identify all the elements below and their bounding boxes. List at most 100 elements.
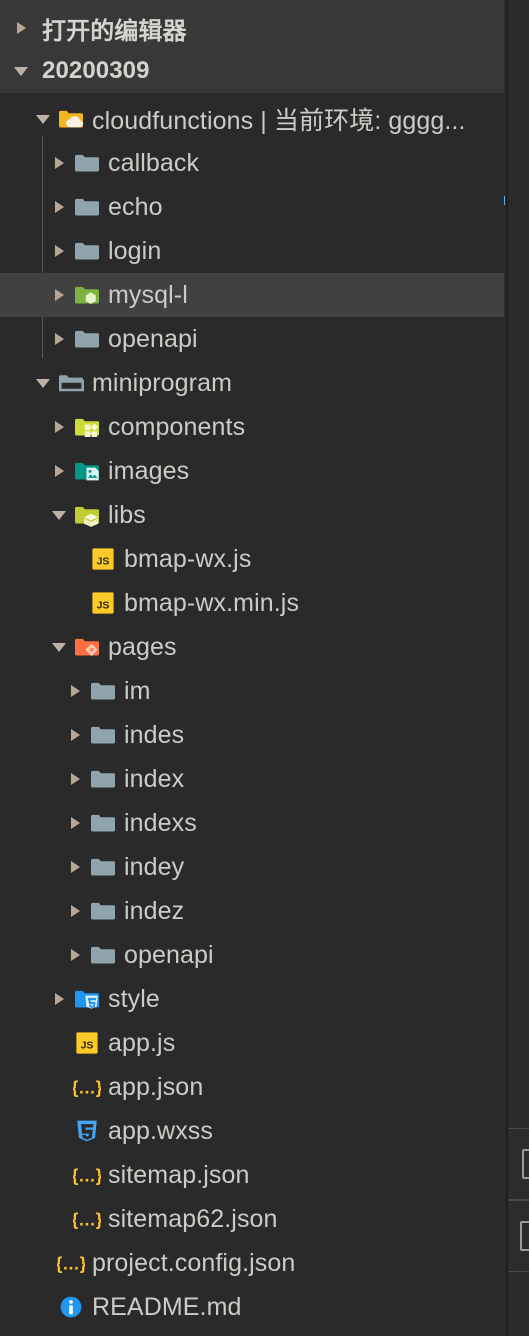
tree-row[interactable]: README.md (0, 1285, 504, 1329)
twisty-placeholder (46, 1197, 72, 1241)
twisty-placeholder (62, 581, 88, 625)
tree-row[interactable]: echo (0, 185, 504, 229)
tree-row-label: components (108, 412, 246, 441)
tree-row[interactable]: openapi (0, 317, 504, 361)
tree-row-label: app.wxss (108, 1116, 214, 1145)
twisty-placeholder (46, 1109, 72, 1153)
svg-text:{…}: {…} (73, 1078, 101, 1098)
chevron-right-icon[interactable] (46, 977, 72, 1021)
chevron-right-icon[interactable] (62, 933, 88, 977)
chevron-right-icon[interactable] (46, 185, 72, 229)
css-file-icon (72, 1116, 102, 1146)
js-file-icon: JS (72, 1028, 102, 1058)
tree-row-label: miniprogram (92, 368, 233, 397)
tree-row-label: index (124, 764, 185, 793)
chevron-right-icon[interactable] (62, 669, 88, 713)
tree-row[interactable]: {…} project.config.json (0, 1241, 504, 1285)
chevron-down-icon[interactable] (46, 493, 72, 537)
tree-row-label: sitemap62.json (108, 1204, 278, 1233)
chevron-right-icon[interactable] (46, 141, 72, 185)
tree-row[interactable]: {…} app.json (0, 1065, 504, 1109)
chevron-down-icon[interactable] (30, 361, 56, 405)
tree-row[interactable]: cloudfunctions | 当前环境: gggg... (0, 97, 504, 141)
svg-text:{…}: {…} (73, 1166, 101, 1186)
twisty-placeholder (46, 1153, 72, 1197)
tree-row[interactable]: {…} sitemap62.json (0, 1197, 504, 1241)
folder-icon (72, 192, 102, 222)
section-open-editors[interactable]: 打开的编辑器 (0, 6, 504, 50)
chevron-right-icon[interactable] (62, 757, 88, 801)
tree-row[interactable]: callback (0, 141, 504, 185)
tree-row-label: echo (108, 192, 163, 221)
tree-row[interactable]: components (0, 405, 504, 449)
chevron-right-icon[interactable] (62, 713, 88, 757)
tree-row-label: project.config.json (92, 1248, 296, 1277)
json-file-icon: {…} (72, 1072, 102, 1102)
tree-row[interactable]: JS bmap-wx.min.js (0, 581, 504, 625)
tree-row-label: images (108, 456, 190, 485)
tree-row[interactable]: JS bmap-wx.js (0, 537, 504, 581)
js-file-icon: JS (88, 588, 118, 618)
chevron-right-icon[interactable] (46, 229, 72, 273)
tree-row[interactable]: libs (0, 493, 504, 537)
json-file-icon: {…} (72, 1204, 102, 1234)
chevron-right-icon[interactable] (46, 405, 72, 449)
tree-row-label: mysql-l (108, 280, 188, 309)
tree-row[interactable]: style (0, 977, 504, 1021)
tree-row-label: callback (108, 148, 200, 177)
chevron-down-icon[interactable] (30, 97, 56, 141)
twisty-placeholder (62, 537, 88, 581)
tree-row-label: style (108, 984, 160, 1013)
tree-row[interactable]: indez (0, 889, 504, 933)
tree-row[interactable]: app.wxss (0, 1109, 504, 1153)
chevron-right-icon[interactable] (62, 845, 88, 889)
folder-images-icon (72, 456, 102, 486)
svg-text:JS: JS (97, 555, 110, 567)
section-workspace-folder-label: 20200309 (42, 57, 150, 84)
folder-cloud-icon (56, 104, 86, 134)
tree-row-label: README.md (92, 1292, 242, 1321)
svg-text:JS: JS (81, 1039, 94, 1051)
chevron-right-icon[interactable] (46, 317, 72, 361)
tree-row[interactable]: im (0, 669, 504, 713)
chevron-right-icon[interactable] (46, 449, 72, 493)
chevron-down-icon[interactable] (8, 49, 34, 93)
twisty-placeholder (46, 1021, 72, 1065)
chevron-right-icon[interactable] (8, 6, 34, 50)
twisty-placeholder (30, 1285, 56, 1329)
chevron-right-icon[interactable] (46, 273, 72, 317)
svg-text:JS: JS (97, 599, 110, 611)
tree-row-label: indes (124, 720, 185, 749)
folder-css-icon (72, 984, 102, 1014)
tree-row[interactable]: indes (0, 713, 504, 757)
tree-row[interactable]: login (0, 229, 504, 273)
tree-row[interactable]: openapi (0, 933, 504, 977)
editor-area-sliver (506, 0, 529, 1336)
tree-row[interactable]: mysql-l (0, 273, 504, 317)
folder-lib-icon (72, 500, 102, 530)
section-workspace-folder[interactable]: 20200309 (0, 49, 504, 93)
folder-icon (88, 764, 118, 794)
tree-row-label: indez (124, 896, 185, 925)
chevron-down-icon[interactable] (46, 625, 72, 669)
tree-row[interactable]: {…} sitemap.json (0, 1153, 504, 1197)
tree-row-label: sitemap.json (108, 1160, 250, 1189)
json-file-icon: {…} (72, 1160, 102, 1190)
tree-row[interactable]: JS app.js (0, 1021, 504, 1065)
tree-row-label: openapi (124, 940, 214, 969)
folder-icon (88, 676, 118, 706)
tree-row[interactable]: indexs (0, 801, 504, 845)
tree-row-label: app.js (108, 1028, 176, 1057)
tree-row[interactable]: index (0, 757, 504, 801)
tree-row-label: login (108, 236, 162, 265)
tree-row[interactable]: images (0, 449, 504, 493)
editor-glyph-box-1 (522, 1149, 529, 1179)
chevron-right-icon[interactable] (62, 889, 88, 933)
tree-row[interactable]: pages (0, 625, 504, 669)
tree-row[interactable]: indey (0, 845, 504, 889)
tree-row-label: bmap-wx.min.js (124, 588, 300, 617)
tree-row[interactable]: miniprogram (0, 361, 504, 405)
chevron-right-icon[interactable] (62, 801, 88, 845)
json-file-icon: {…} (56, 1248, 86, 1278)
tree-row-label: openapi (108, 324, 198, 353)
